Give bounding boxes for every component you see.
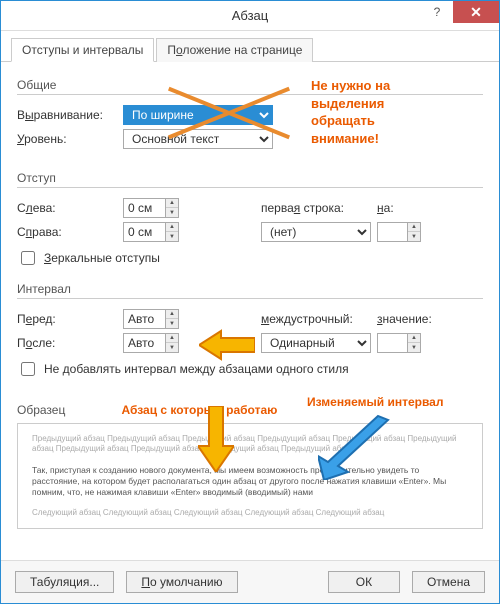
indent-right-label: Справа: <box>17 225 117 239</box>
down-icon[interactable]: ▼ <box>408 343 420 352</box>
down-icon[interactable]: ▼ <box>166 232 178 241</box>
indent-right-spinner[interactable]: ▲▼ <box>123 222 179 242</box>
arrow-down-icon <box>198 406 234 472</box>
group-spacing-label: Интервал <box>17 282 483 296</box>
indent-by-spinner[interactable]: ▲▼ <box>377 222 421 242</box>
caption-changing: Изменяемый интервал <box>307 395 443 409</box>
up-icon[interactable]: ▲ <box>408 334 420 343</box>
sample-preview: Предыдущий абзац Предыдущий абзац Предыд… <box>17 423 483 529</box>
spacing-after-spinner[interactable]: ▲▼ <box>123 333 179 353</box>
tab-strip: Отступы и интервалы Положение на страниц… <box>1 31 499 62</box>
up-icon[interactable]: ▲ <box>408 223 420 232</box>
cancel-button[interactable]: Отмена <box>412 571 485 593</box>
arrow-left-icon <box>199 329 255 361</box>
first-line-label: первая строка: <box>261 201 371 215</box>
sample-next-text: Следующий абзац Следующий абзац Следующи… <box>32 508 468 518</box>
tab-position[interactable]: Положение на странице <box>156 38 313 62</box>
group-spacing: Перед: ▲▼ междустрочный: значение: После… <box>17 298 483 379</box>
level-label: Уровень: <box>17 132 117 146</box>
default-button[interactable]: По умолчанию <box>126 571 237 593</box>
first-line-select[interactable]: (нет) <box>261 222 371 242</box>
annotation-note: Не нужно навыделенияобращатьвнимание! <box>311 77 471 147</box>
up-icon[interactable]: ▲ <box>166 334 178 343</box>
arrow-diagonal-icon <box>318 410 398 483</box>
dialog-footer: Табуляция... По умолчанию ОК Отмена <box>1 560 499 603</box>
line-spacing-select[interactable]: Одинарный <box>261 333 371 353</box>
group-indent-label: Отступ <box>17 171 483 185</box>
sample-mid-text: Так, приступая к созданию нового докумен… <box>32 465 468 498</box>
indent-left-spinner[interactable]: ▲▼ <box>123 198 179 218</box>
indent-left-label: Слева: <box>17 201 117 215</box>
mirror-indents-check[interactable]: Зеркальные отступы <box>17 248 483 268</box>
up-icon[interactable]: ▲ <box>166 310 178 319</box>
help-button[interactable]: ? <box>421 1 453 23</box>
up-icon[interactable]: ▲ <box>166 199 178 208</box>
down-icon[interactable]: ▼ <box>166 208 178 217</box>
spacing-after-label: После: <box>17 336 117 350</box>
title-bar: Абзац ? ✕ <box>1 1 499 31</box>
spacing-before-spinner[interactable]: ▲▼ <box>123 309 179 329</box>
up-icon[interactable]: ▲ <box>166 223 178 232</box>
paragraph-dialog: Абзац ? ✕ Отступы и интервалы Положение … <box>0 0 500 604</box>
down-icon[interactable]: ▼ <box>166 343 178 352</box>
window-title: Абзац <box>232 8 268 23</box>
alignment-label: Выравнивание: <box>17 108 117 122</box>
group-sample-label: Образец <box>17 403 87 417</box>
tab-indents[interactable]: Отступы и интервалы <box>11 38 154 62</box>
indent-by-label: на: <box>377 201 407 215</box>
group-indent: Слева: ▲▼ первая строка: на: Справа: ▲▼ … <box>17 187 483 268</box>
alignment-select[interactable]: По ширине <box>123 105 273 125</box>
sample-prev-text: Предыдущий абзац Предыдущий абзац Предыд… <box>32 434 468 455</box>
down-icon[interactable]: ▼ <box>408 232 420 241</box>
line-spacing-label: междустрочный: <box>261 312 371 326</box>
close-button[interactable]: ✕ <box>453 1 499 23</box>
down-icon[interactable]: ▼ <box>166 319 178 328</box>
ok-button[interactable]: ОК <box>328 571 400 593</box>
spacing-before-label: Перед: <box>17 312 117 326</box>
no-space-same-style-check[interactable]: Не добавлять интервал между абзацами одн… <box>17 359 483 379</box>
window-buttons: ? ✕ <box>421 1 499 23</box>
level-select[interactable]: Основной текст <box>123 129 273 149</box>
spacing-at-label: значение: <box>377 312 437 326</box>
tabs-button[interactable]: Табуляция... <box>15 571 114 593</box>
spacing-at-spinner[interactable]: ▲▼ <box>377 333 421 353</box>
